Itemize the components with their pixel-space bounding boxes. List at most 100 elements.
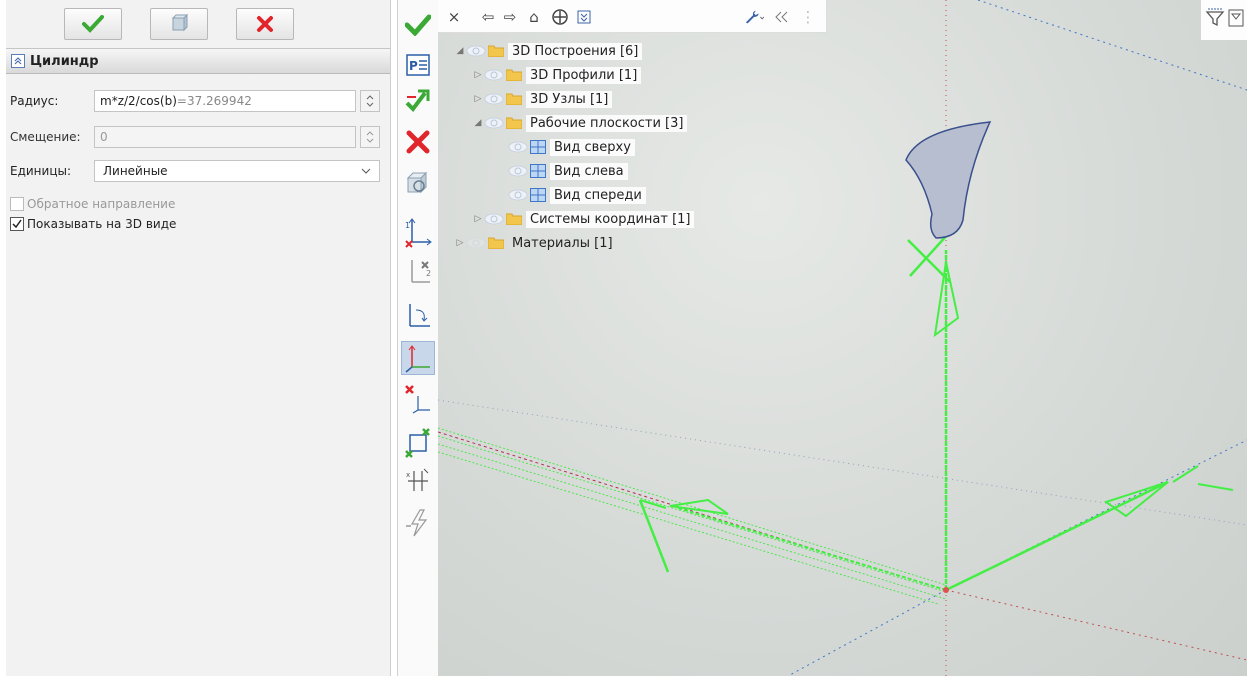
folder-icon (487, 45, 505, 58)
tree-item-label: Вид слева (550, 162, 628, 180)
collapse-icon[interactable] (11, 54, 25, 68)
tree-item[interactable]: ▷ Материалы [1] (454, 232, 617, 254)
tree-item[interactable]: Вид сверху (508, 136, 635, 158)
reverse-direction-checkbox[interactable] (10, 197, 24, 211)
visibility-eye-icon[interactable] (484, 117, 504, 129)
cancel-icon (406, 130, 430, 154)
ok-toolbar-button[interactable] (401, 8, 435, 42)
tree-item-label: 3D Построения [6] (508, 42, 643, 60)
section-title: Цилиндр (30, 53, 99, 69)
remove-axis-toolbar-button[interactable] (401, 382, 435, 416)
apply-icon (405, 89, 430, 113)
offset-spinner[interactable] (360, 126, 380, 148)
wrench-icon[interactable] (744, 7, 764, 27)
apply-toolbar-button[interactable] (401, 84, 435, 118)
cancel-icon (257, 16, 273, 32)
close-icon[interactable]: × (444, 7, 464, 27)
cylinder-section-header[interactable]: Цилиндр (6, 48, 390, 74)
top-action-buttons (64, 8, 294, 40)
offset-label: Смещение: (10, 130, 81, 144)
target-icon[interactable] (550, 7, 570, 27)
visibility-eye-icon[interactable] (508, 189, 528, 201)
units-row: Единицы: Линейные (6, 158, 390, 184)
tree-item[interactable]: ◢ 3D Построения [6] (454, 40, 643, 62)
chevron-down-icon (361, 168, 371, 174)
checkmark-icon (82, 15, 104, 33)
tree-item-label: Системы координат [1] (526, 210, 695, 228)
tree-item[interactable]: ▷ 3D Узлы [1] (472, 88, 613, 110)
axis-x-toolbar-button[interactable]: 1 (401, 214, 435, 248)
collapsed-icon[interactable]: ▷ (454, 238, 466, 248)
remove-point-toolbar-button[interactable] (401, 426, 435, 460)
svg-text:1: 1 (405, 221, 410, 230)
forward-icon[interactable]: ⇨ (500, 7, 520, 27)
ok-button[interactable] (64, 8, 122, 40)
visibility-eye-icon[interactable] (484, 69, 504, 81)
radius-spinner[interactable] (360, 90, 380, 112)
axis-swap-toolbar-button[interactable]: 2 (401, 254, 435, 288)
radius-row: Радиус: m*z/2/cos(b) =37.269942 (6, 88, 390, 114)
units-select[interactable]: Линейные (94, 160, 380, 182)
tree-item[interactable]: ◢ Рабочие плоскости [3] (472, 112, 688, 134)
disable-toolbar-button[interactable] (401, 506, 435, 540)
visibility-eye-icon[interactable] (484, 93, 504, 105)
home-icon[interactable]: ⌂ (524, 7, 544, 27)
visibility-eye-icon[interactable] (508, 165, 528, 177)
preview-icon (171, 14, 189, 32)
collapsed-icon[interactable]: ▷ (472, 70, 484, 80)
preview-button[interactable] (150, 8, 208, 40)
reverse-direction-label: Обратное направление (27, 197, 176, 211)
svg-text:P: P (409, 59, 418, 73)
show-3d-label: Показывать на 3D виде (27, 217, 177, 231)
visibility-eye-icon[interactable] (484, 213, 504, 225)
reverse-direction-checkbox-row[interactable]: Обратное направление (10, 197, 175, 211)
filter-area (1201, 0, 1247, 40)
work-plane-icon (530, 164, 546, 178)
expanded-icon[interactable]: ◢ (454, 46, 466, 56)
check-icon (12, 219, 22, 229)
filter-options-icon[interactable] (1227, 8, 1245, 28)
radius-computed-value: =37.269942 (176, 94, 252, 108)
vertical-toolbar: P 1 2 x (397, 0, 439, 676)
show-3d-checkbox-row[interactable]: Показывать на 3D виде (10, 217, 176, 231)
expanded-icon[interactable]: ◢ (472, 118, 484, 128)
snap-toolbar-button[interactable]: x (401, 464, 435, 498)
folder-icon (487, 237, 505, 250)
coord-system-icon (405, 345, 430, 373)
preview-toolbar-button[interactable] (401, 166, 435, 200)
3d-viewport[interactable]: × ⇦ ⇨ ⌂ ⋮ ◢ 3D Построения [6] ▷ 3D Профили … (438, 0, 1247, 676)
visibility-eye-icon[interactable] (508, 141, 528, 153)
collapsed-icon[interactable]: ▷ (472, 94, 484, 104)
tree-item-label: 3D Профили [1] (526, 66, 642, 84)
cancel-toolbar-button[interactable] (401, 125, 435, 159)
more-icon[interactable]: ⋮ (798, 7, 818, 27)
units-label: Единицы: (10, 164, 72, 178)
work-plane-icon (530, 188, 546, 202)
expand-icon[interactable] (574, 7, 594, 27)
offset-input[interactable]: 0 (94, 126, 356, 148)
collapse-left-icon[interactable] (772, 7, 792, 27)
coord-system-toolbar-button[interactable] (401, 341, 435, 375)
parameters-toolbar-button[interactable]: P (401, 48, 435, 82)
filter-icon[interactable] (1205, 8, 1225, 28)
tree-item-label: Вид спереди (550, 186, 646, 204)
visibility-eye-icon[interactable] (466, 237, 486, 249)
cancel-button[interactable] (236, 8, 294, 40)
tree-item[interactable]: ▷ 3D Профили [1] (472, 64, 642, 86)
back-icon[interactable]: ⇦ (478, 7, 498, 27)
axis-swap-icon: 2 (411, 260, 431, 283)
folder-icon (505, 117, 523, 130)
radius-input[interactable]: m*z/2/cos(b) =37.269942 (94, 90, 356, 112)
tree-item[interactable]: ▷ Системы координат [1] (472, 208, 695, 230)
viewport-toolbar: × ⇦ ⇨ ⌂ ⋮ (438, 0, 827, 33)
tree-item[interactable]: Вид слева (508, 160, 628, 182)
remove-axis-icon (405, 385, 430, 414)
properties-panel: Цилиндр Радиус: m*z/2/cos(b) =37.269942 С… (6, 0, 391, 676)
axis-x-icon: 1 (405, 218, 432, 248)
collapsed-icon[interactable]: ▷ (472, 214, 484, 224)
show-3d-checkbox[interactable] (10, 217, 24, 231)
rotate-axis-toolbar-button[interactable] (401, 298, 435, 332)
tree-item[interactable]: Вид спереди (508, 184, 646, 206)
preview-icon (406, 171, 428, 194)
visibility-eye-icon[interactable] (466, 45, 486, 57)
